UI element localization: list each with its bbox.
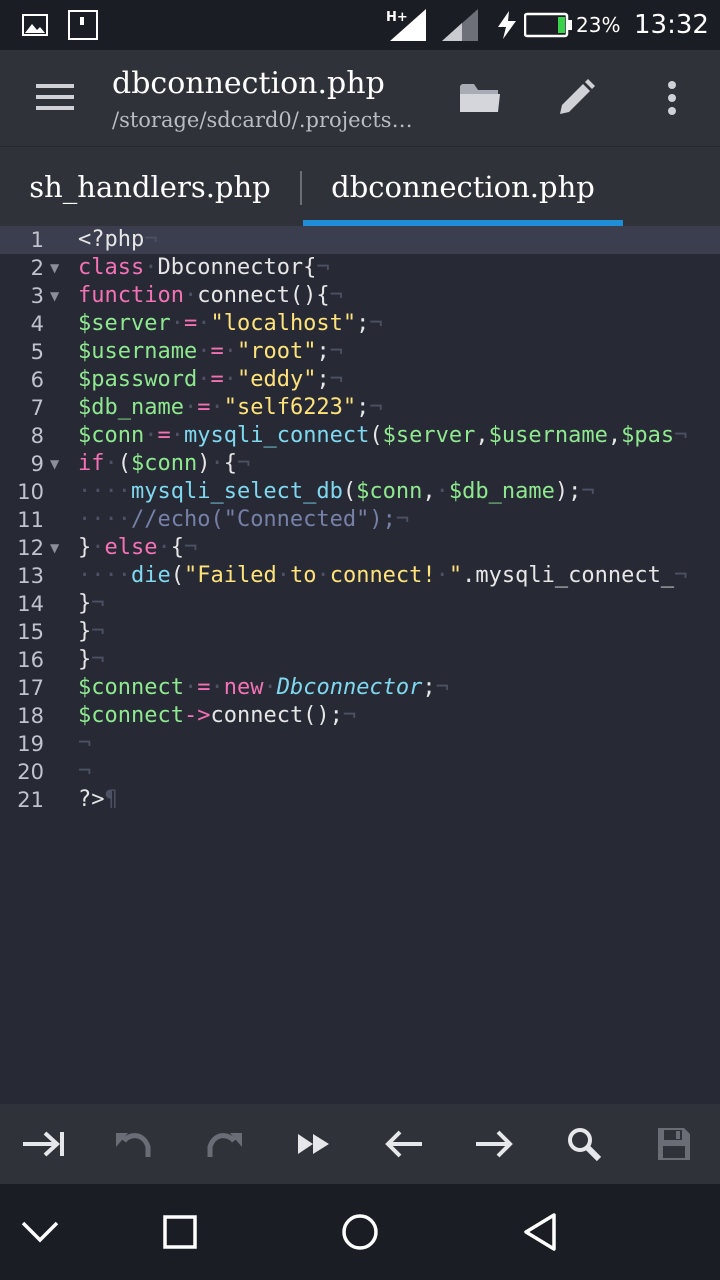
triangle-back-icon [524, 1213, 556, 1251]
gallery-notification-icon [22, 0, 48, 50]
tab-sh-handlers[interactable]: sh_handlers.php [0, 147, 300, 227]
fold-toggle-icon[interactable]: ▼ [50, 450, 59, 478]
code-line[interactable]: function·connect(){¬ [78, 282, 343, 310]
line-number: 7 [30, 396, 44, 420]
line-number: 20 [17, 760, 44, 784]
line-number: 15 [17, 620, 44, 644]
hide-keyboard-button[interactable] [10, 1202, 70, 1262]
code-line[interactable]: class·Dbconnector{¬ [78, 254, 330, 282]
line-number: 9 [30, 452, 44, 476]
code-line[interactable]: }¬ [78, 646, 105, 674]
line-number: 12 [17, 536, 44, 560]
code-line[interactable]: if·($conn)·{¬ [78, 450, 250, 478]
fold-toggle-icon[interactable]: ▼ [50, 282, 59, 310]
code-line[interactable]: }¬ [78, 590, 105, 618]
arrow-left-icon [385, 1130, 422, 1158]
file-tabs: sh_handlers.php dbconnection.php [0, 146, 720, 226]
undo-icon [116, 1133, 151, 1157]
cursor-left-button[interactable] [374, 1114, 434, 1174]
redo-icon [207, 1133, 242, 1157]
network-type-label: H+ [386, 10, 408, 25]
line-number: 1 [30, 228, 44, 252]
circle-icon [342, 1214, 378, 1250]
line-number: 5 [30, 340, 44, 364]
line-number: 8 [30, 424, 44, 448]
go-to-end-button[interactable] [284, 1114, 344, 1174]
fast-forward-icon [298, 1134, 329, 1154]
code-line[interactable]: }¬ [78, 618, 105, 646]
chevron-down-icon [21, 1221, 59, 1243]
open-folder-button[interactable] [450, 68, 510, 128]
code-line[interactable]: ····mysqli_select_db($conn,·$db_name);¬ [78, 478, 595, 506]
app-toolbar: dbconnection.php /storage/sdcard0/.proje… [0, 50, 720, 146]
home-button[interactable] [330, 1202, 390, 1262]
line-number: 19 [17, 732, 44, 756]
undo-button[interactable] [104, 1114, 164, 1174]
battery-percent: 23% [576, 13, 621, 37]
code-line[interactable]: }·else·{¬ [78, 534, 197, 562]
file-path: /storage/sdcard0/.projects… [112, 108, 413, 132]
line-number: 18 [17, 704, 44, 728]
save-button[interactable] [644, 1114, 704, 1174]
code-line[interactable]: $server·=·"localhost";¬ [78, 310, 383, 338]
line-number: 16 [17, 648, 44, 672]
search-button[interactable] [554, 1114, 614, 1174]
tab-divider [300, 171, 302, 205]
file-title: dbconnection.php [112, 66, 385, 101]
fold-toggle-icon[interactable]: ▼ [50, 254, 59, 282]
code-line[interactable]: ¬ [78, 730, 91, 758]
line-number: 4 [30, 312, 44, 336]
code-line[interactable]: ····die("Failed·to·connect!·".mysqli_con… [78, 562, 687, 590]
line-number: 2 [30, 256, 44, 280]
sd-card-notification-icon [68, 0, 98, 50]
clock: 13:32 [634, 10, 709, 40]
tab-indent-button[interactable] [14, 1114, 74, 1174]
more-options-button[interactable] [642, 68, 702, 128]
menu-button[interactable] [20, 72, 92, 122]
code-line[interactable]: ····//echo("Connected");¬ [78, 506, 409, 534]
line-number: 17 [17, 676, 44, 700]
square-icon [163, 1215, 197, 1249]
code-line[interactable]: ?>¶ [78, 786, 118, 814]
fold-toggle-icon[interactable]: ▼ [50, 534, 59, 562]
code-line[interactable]: $username·=·"root";¬ [78, 338, 343, 366]
navigation-bar [0, 1184, 720, 1280]
code-line[interactable]: ¬ [78, 758, 91, 786]
line-number: 6 [30, 368, 44, 392]
battery-icon [524, 0, 574, 50]
code-line[interactable]: $db_name·=·"self6223";¬ [78, 394, 383, 422]
back-button[interactable] [510, 1202, 570, 1262]
arrow-right-icon [476, 1130, 513, 1158]
signal-strength-icon: H+ [384, 0, 430, 50]
folder-open-icon [460, 84, 500, 112]
cursor-right-button[interactable] [464, 1114, 524, 1174]
code-line[interactable]: $conn·=·mysqli_connect($server,$username… [78, 422, 687, 450]
code-line[interactable]: $connect·=·new·Dbconnector;¬ [78, 674, 449, 702]
line-number: 3 [30, 284, 44, 308]
line-number: 21 [17, 788, 44, 812]
signal-strength-secondary-icon [440, 0, 480, 50]
charging-icon [496, 0, 518, 50]
recents-button[interactable] [150, 1202, 210, 1262]
search-icon [568, 1128, 602, 1162]
code-line[interactable]: $password·=·"eddy";¬ [78, 366, 343, 394]
line-number: 10 [17, 480, 44, 504]
edit-button[interactable] [546, 68, 606, 128]
tab-indent-icon [23, 1131, 64, 1157]
tab-dbconnection[interactable]: dbconnection.php [303, 147, 623, 227]
more-vertical-icon [668, 81, 676, 115]
hamburger-icon [36, 84, 74, 110]
code-line[interactable]: <?php¬ [78, 226, 157, 254]
edit-toolbar [0, 1104, 720, 1184]
save-icon [658, 1128, 690, 1160]
pencil-icon [560, 79, 595, 114]
line-number: 13 [17, 564, 44, 588]
code-line[interactable]: $connect->connect();¬ [78, 702, 356, 730]
line-number: 11 [17, 508, 44, 532]
redo-button[interactable] [194, 1114, 254, 1174]
code-editor[interactable]: 1 2 ▼ 3 ▼ 4 5 6 7 8 9 ▼ 10 11 12 ▼ 13 14 15 16 17 18 19 20 21 <?… [0, 226, 720, 1104]
line-number: 14 [17, 592, 44, 616]
status-bar: H+ 23% 13:32 [0, 0, 720, 50]
